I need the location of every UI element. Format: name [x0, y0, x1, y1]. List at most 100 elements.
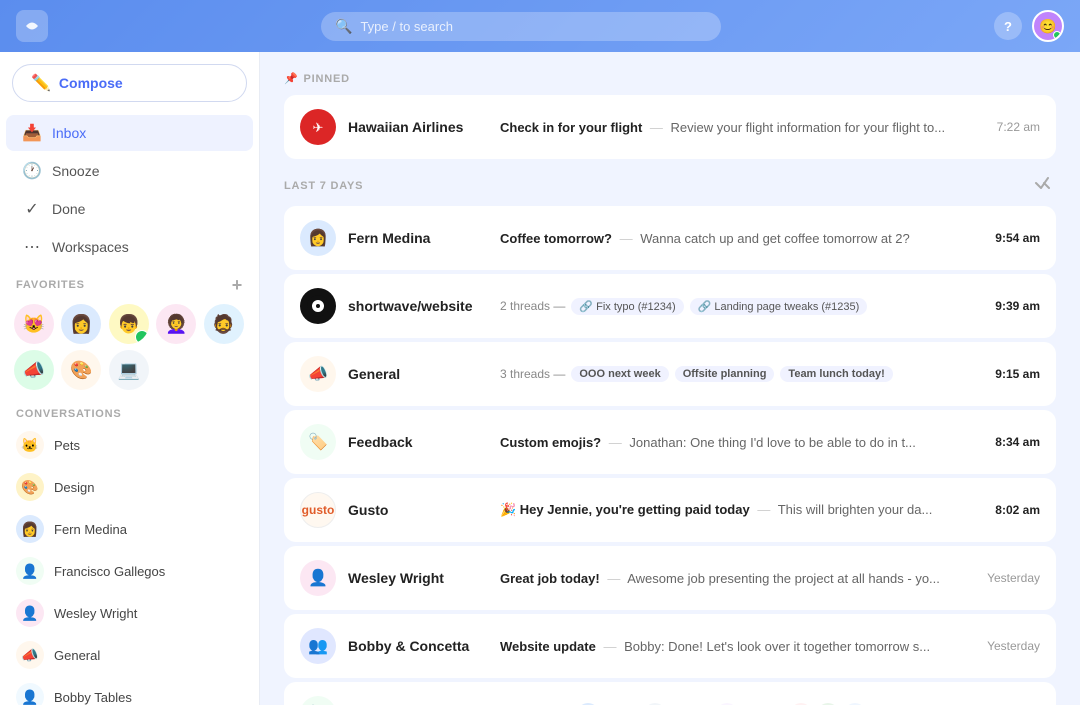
sidebar-item-inbox[interactable]: 📥 Inbox	[6, 115, 253, 151]
compose-label: Compose	[59, 75, 123, 91]
sender-name: shortwave/website	[348, 298, 488, 314]
email-row[interactable]: ✈ Hawaiian Airlines Check in for your fl…	[284, 95, 1056, 159]
thread-tag: OOO next week	[571, 366, 668, 382]
svg-text:✈: ✈	[313, 120, 324, 135]
conv-item-fern[interactable]: 👩 Fern Medina	[0, 508, 259, 550]
favorite-item[interactable]: 🎨	[61, 350, 101, 390]
sidebar: ✏️ Compose 📥 Inbox 🕐 Snooze ✓ Done ⋯ Wor…	[0, 52, 260, 705]
conv-item-bobby[interactable]: 👤 Bobby Tables	[0, 676, 259, 705]
app-logo	[16, 10, 48, 42]
conv-item-design[interactable]: 🎨 Design	[0, 466, 259, 508]
thread-tag: 🔗 Fix typo (#1234)	[571, 298, 683, 315]
main-layout: ✏️ Compose 📥 Inbox 🕐 Snooze ✓ Done ⋯ Wor…	[0, 52, 1080, 705]
conv-label: Design	[54, 480, 94, 495]
inbox-icon: 📥	[22, 123, 42, 143]
conv-avatar: 👤	[16, 557, 44, 585]
conv-label: Wesley Wright	[54, 606, 137, 621]
compose-button[interactable]: ✏️ Compose	[12, 64, 247, 102]
sender-avatar	[300, 288, 336, 324]
conv-label: Fern Medina	[54, 522, 127, 537]
favorite-item[interactable]: 👩	[61, 304, 101, 344]
favorite-item[interactable]: 👩‍🦱	[156, 304, 196, 344]
email-time: Yesterday	[987, 639, 1040, 653]
conv-item-pets[interactable]: 🐱 Pets	[0, 424, 259, 466]
email-preview: Check in for your flight — Review your f…	[500, 120, 977, 135]
favorite-item[interactable]: 😻	[14, 304, 54, 344]
conv-label: Francisco Gallegos	[54, 564, 165, 579]
email-subject: 🎉 Hey Jennie, you're getting paid today	[500, 502, 750, 517]
sender-avatar: 👤	[300, 560, 336, 596]
sidebar-item-workspaces[interactable]: ⋯ Workspaces	[6, 229, 253, 265]
conv-item-francisco[interactable]: 👤 Francisco Gallegos	[0, 550, 259, 592]
email-subject: Coffee tomorrow?	[500, 231, 612, 246]
sidebar-item-snooze[interactable]: 🕐 Snooze	[6, 153, 253, 189]
sidebar-item-label: Inbox	[52, 125, 86, 141]
favorite-item[interactable]: 🧔	[204, 304, 244, 344]
conv-label: Pets	[54, 438, 80, 453]
sender-name: Hawaiian Airlines	[348, 119, 488, 135]
email-snippet: Jonathan: One thing I'd love to be able …	[629, 435, 916, 450]
sender-avatar: gusto	[300, 492, 336, 528]
email-preview: Coffee tomorrow? — Wanna catch up and ge…	[500, 231, 975, 246]
email-time: 7:22 am	[997, 120, 1040, 134]
topbar: 🔍 Type / to search ? 😊	[0, 0, 1080, 52]
pin-icon: 📌	[284, 72, 299, 85]
email-row[interactable]: 📣 General 3 threads — OOO next week Offs…	[284, 342, 1056, 406]
email-time: 9:54 am	[995, 231, 1040, 245]
favorite-item[interactable]: 💻	[109, 350, 149, 390]
favorites-grid: 😻 👩 👦 👩‍🦱 🧔 📣 🎨 💻	[0, 298, 259, 400]
email-snippet: Bobby: Done! Let's look over it together…	[624, 639, 930, 654]
sender-name: Gusto	[348, 502, 488, 518]
email-preview: Website update — Bobby: Done! Let's look…	[500, 639, 967, 654]
email-snippet: Review your flight information for your …	[671, 120, 946, 135]
conv-avatar: 📣	[16, 641, 44, 669]
pinned-label: 📌 PINNED	[284, 72, 350, 85]
email-row[interactable]: 👥 Bobby & Concetta Website update — Bobb…	[284, 614, 1056, 678]
sidebar-item-label: Done	[52, 201, 85, 217]
email-preview: Custom emojis? — Jonathan: One thing I'd…	[500, 435, 975, 450]
sender-avatar: ✈	[300, 109, 336, 145]
add-favorite-button[interactable]: +	[232, 276, 243, 294]
online-badge	[135, 330, 149, 344]
email-row[interactable]: shortwave/website 2 threads — 🔗 Fix typo…	[284, 274, 1056, 338]
compose-icon: ✏️	[31, 73, 51, 93]
favorite-item[interactable]: 📣	[14, 350, 54, 390]
email-row[interactable]: gusto Gusto 🎉 Hey Jennie, you're getting…	[284, 478, 1056, 542]
sidebar-item-done[interactable]: ✓ Done	[6, 191, 253, 227]
sender-avatar: 🏷️	[300, 424, 336, 460]
done-icon: ✓	[22, 199, 42, 219]
conv-item-wesley[interactable]: 👤 Wesley Wright	[0, 592, 259, 634]
email-row[interactable]: 🏷️ Promotions 12 threads — 🔵 Loom | ⬛ No…	[284, 682, 1056, 705]
email-preview: 🎉 Hey Jennie, you're getting paid today …	[500, 502, 975, 518]
search-bar[interactable]: 🔍 Type / to search	[321, 12, 721, 41]
topbar-right: ? 😊	[994, 10, 1064, 42]
email-subject: Custom emojis?	[500, 435, 601, 450]
avatar[interactable]: 😊	[1032, 10, 1064, 42]
sender-avatar: 📣	[300, 356, 336, 392]
email-list: 📌 PINNED ✈ Hawaiian Airlines Check in fo…	[260, 52, 1080, 705]
conv-label: Bobby Tables	[54, 690, 132, 705]
sidebar-item-label: Snooze	[52, 163, 99, 179]
email-time: Yesterday	[987, 571, 1040, 585]
conv-avatar: 👤	[16, 683, 44, 705]
conv-avatar: 👩	[16, 515, 44, 543]
mark-all-button[interactable]	[1034, 175, 1056, 196]
email-row[interactable]: 👤 Wesley Wright Great job today! — Aweso…	[284, 546, 1056, 610]
email-row[interactable]: 🏷️ Feedback Custom emojis? — Jonathan: O…	[284, 410, 1056, 474]
sender-avatar: 👥	[300, 628, 336, 664]
conv-item-general[interactable]: 📣 General	[0, 634, 259, 676]
sender-name: Fern Medina	[348, 230, 488, 246]
help-button[interactable]: ?	[994, 12, 1022, 40]
thread-count: 2 threads —	[500, 299, 565, 313]
sender-name: Wesley Wright	[348, 570, 488, 586]
conv-avatar: 👤	[16, 599, 44, 627]
email-preview: 3 threads — OOO next week Offsite planni…	[500, 366, 975, 382]
email-row[interactable]: 👩 Fern Medina Coffee tomorrow? — Wanna c…	[284, 206, 1056, 270]
workspaces-icon: ⋯	[22, 237, 42, 257]
search-icon: 🔍	[335, 18, 352, 35]
conversations-section-title: CONVERSATIONS	[0, 400, 259, 424]
sender-avatar: 🏷️	[300, 696, 336, 705]
email-snippet: This will brighten your da...	[778, 502, 933, 517]
favorite-item[interactable]: 👦	[109, 304, 149, 344]
thread-tag: Offsite planning	[675, 366, 775, 382]
